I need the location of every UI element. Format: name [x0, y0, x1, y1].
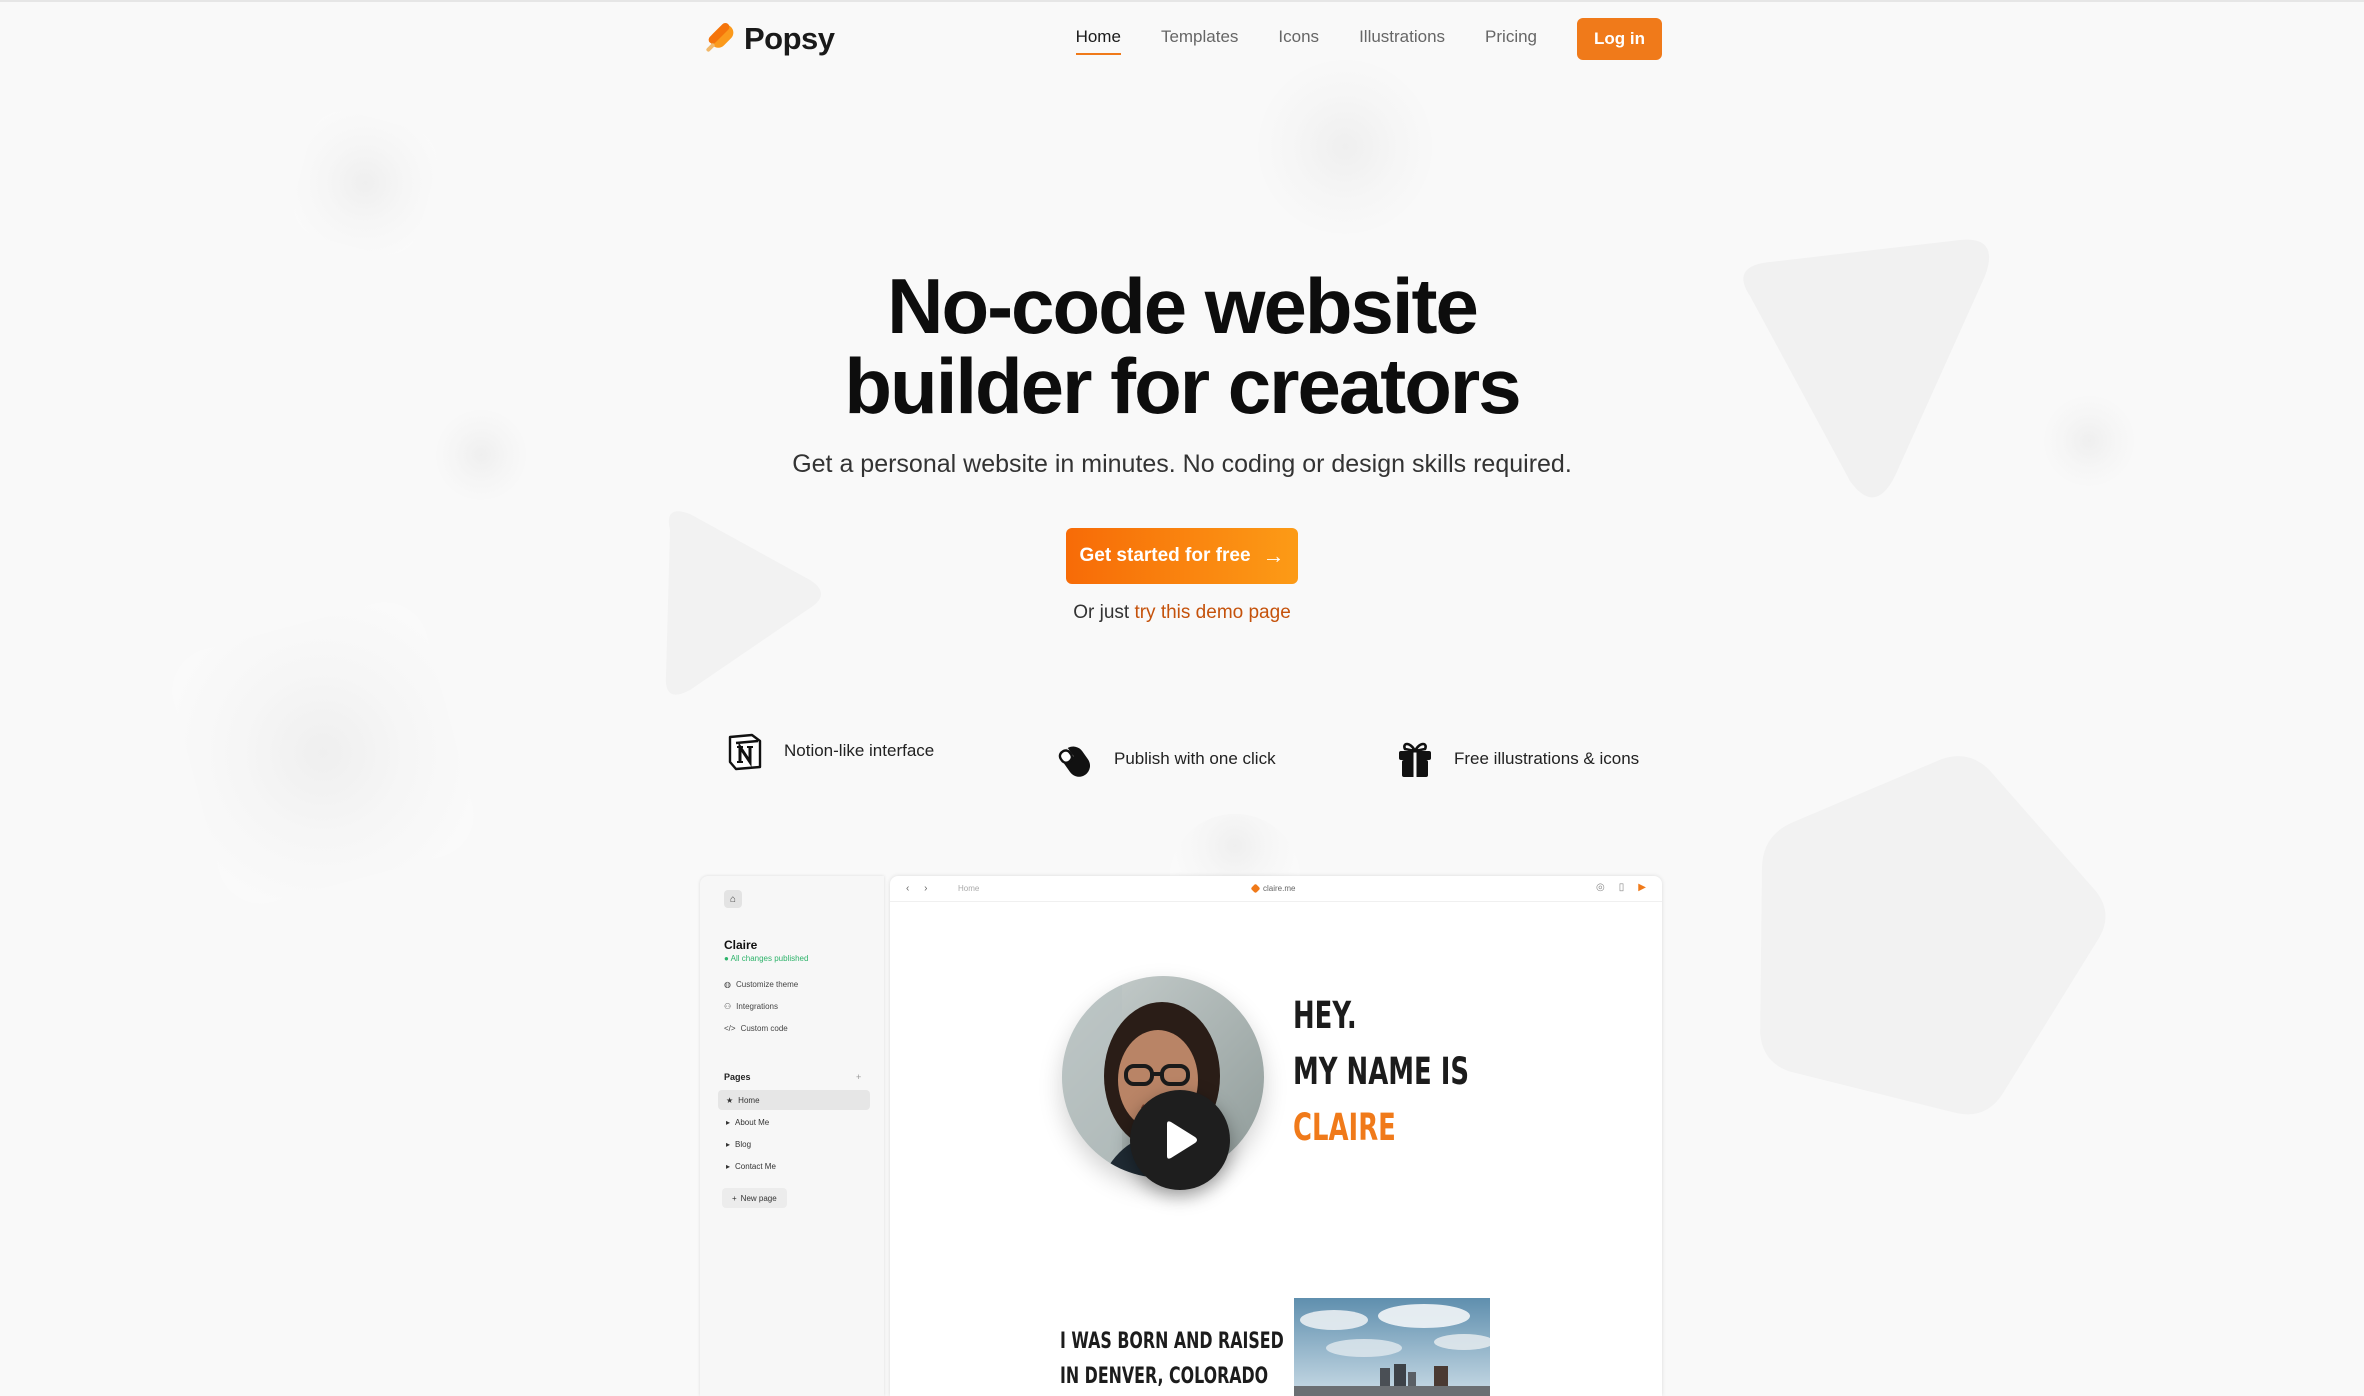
sidebar-page-blog[interactable]: ▸ Blog	[718, 1134, 870, 1154]
get-started-button[interactable]: Get started for free →	[1066, 528, 1298, 584]
feature-publish: Publish with one click	[1054, 738, 1276, 780]
gift-icon	[1394, 738, 1436, 780]
sidebar-page-label: About Me	[735, 1117, 770, 1127]
popsicle-logo-icon	[706, 22, 734, 52]
sidebar-item-custom-code[interactable]: </> Custom code	[724, 1024, 788, 1033]
back-forward-icons[interactable]: ‹ ›	[906, 883, 933, 894]
nav-home[interactable]: Home	[1075, 27, 1122, 55]
feature-notion: Notion-like interface	[724, 730, 934, 772]
caret-right-icon: ▸	[726, 1139, 731, 1149]
top-border	[0, 0, 2364, 2]
new-page-button[interactable]: + New page	[722, 1188, 787, 1208]
sidebar-page-label: Home	[738, 1095, 760, 1105]
plus-icon: +	[732, 1193, 737, 1203]
decor-square-top-left	[285, 103, 445, 263]
sidebar-item-integrations[interactable]: ⚇ Integrations	[724, 1002, 778, 1011]
caret-right-icon: ▸	[726, 1161, 731, 1171]
intro-hey: HEY.	[1293, 994, 1357, 1037]
feature-free-assets: Free illustrations & icons	[1394, 738, 1639, 780]
decor-circle-middle	[1170, 814, 1300, 878]
demo-line: Or just try this demo page	[0, 602, 2364, 624]
demo-prefix: Or just	[1073, 602, 1130, 623]
mouse-click-icon	[1054, 738, 1096, 780]
denver-skyline-image	[1294, 1298, 1490, 1396]
editor-sidebar-preview: ⌂ Claire ● All changes published ◍ Custom…	[700, 876, 884, 1396]
site-url-text: claire.me	[1263, 884, 1296, 893]
editor-canvas-preview: ‹ › Home claire.me ◎ ▯ ▶ HEY. MY NAME IS…	[890, 876, 1662, 1396]
demo-page-link[interactable]: try this demo page	[1134, 602, 1290, 623]
editor-breadcrumb: Home	[958, 884, 980, 893]
sidebar-page-home[interactable]: ★ Home	[718, 1090, 870, 1110]
brand-logo[interactable]: Popsy	[700, 20, 835, 58]
hero-title-line-2: builder for creators	[844, 342, 1521, 430]
sidebar-site-name: Claire	[724, 938, 758, 952]
bio-heading: I WAS BORN AND RAISED IN DENVER, COLORAD…	[1060, 1324, 1284, 1394]
arrow-right-icon: →	[1262, 543, 1285, 568]
get-started-label: Get started for free	[1079, 545, 1251, 566]
sidebar-item-label: Custom code	[740, 1024, 788, 1033]
bio-line-2: IN DENVER, COLORADO	[1060, 1364, 1269, 1389]
sidebar-item-label: Customize theme	[735, 980, 799, 989]
add-page-icon[interactable]: +	[856, 1072, 861, 1082]
hero-subtitle: Get a personal website in minutes. No co…	[792, 450, 1572, 478]
notion-icon	[724, 730, 766, 772]
code-icon: </>	[724, 1024, 736, 1033]
feature-free-assets-label: Free illustrations & icons	[1454, 749, 1640, 768]
brand-name: Popsy	[744, 21, 835, 56]
caret-right-icon: ▸	[726, 1117, 731, 1127]
sidebar-page-about[interactable]: ▸ About Me	[718, 1112, 870, 1132]
intro-heading: HEY. MY NAME IS CLAIRE	[1293, 988, 1469, 1156]
decor-circle-top	[1258, 60, 1432, 234]
sidebar-item-customize-theme[interactable]: ◍ Customize theme	[724, 980, 798, 989]
site-favicon-icon	[1250, 883, 1261, 894]
help-icon[interactable]: ◎	[1596, 882, 1605, 893]
intro-name-line: MY NAME IS	[1293, 1050, 1470, 1093]
decor-square-bottom-left	[162, 592, 484, 914]
play-icon	[1167, 1121, 1197, 1159]
feature-publish-label: Publish with one click	[1114, 749, 1276, 768]
palette-icon: ◍	[724, 980, 731, 989]
site-header: Popsy Home Templates Icons Illustrations…	[700, 18, 1662, 64]
nav-templates[interactable]: Templates	[1161, 27, 1238, 51]
preview-play-icon[interactable]: ▶	[1638, 882, 1646, 893]
new-page-label: New page	[740, 1193, 777, 1203]
sidebar-item-label: Integrations	[736, 1002, 778, 1011]
integrations-icon: ⚇	[724, 1002, 732, 1011]
sidebar-page-label: Contact Me	[735, 1161, 776, 1171]
nav-illustrations[interactable]: Illustrations	[1359, 27, 1445, 51]
hero-title-line-1: No-code website	[887, 262, 1479, 350]
login-button[interactable]: Log in	[1577, 18, 1662, 60]
site-url[interactable]: claire.me	[1250, 883, 1296, 894]
feature-notion-label: Notion-like interface	[784, 741, 935, 760]
editor-actions: ◎ ▯ ▶	[1596, 882, 1646, 893]
mobile-preview-icon[interactable]: ▯	[1619, 882, 1625, 893]
main-nav: Home Templates Icons Illustrations Prici…	[1075, 18, 1662, 60]
publish-status-text: All changes published	[730, 954, 809, 963]
home-icon[interactable]: ⌂	[724, 890, 742, 908]
nav-pricing[interactable]: Pricing	[1485, 27, 1537, 51]
sidebar-page-label: Blog	[735, 1139, 752, 1149]
home-page-icon: ★	[726, 1095, 734, 1105]
hero-title: No-code website builder for creators	[0, 266, 2364, 426]
editor-topbar: ‹ › Home claire.me ◎ ▯ ▶	[890, 876, 1662, 902]
sidebar-page-contact[interactable]: ▸ Contact Me	[718, 1156, 870, 1176]
nav-icons[interactable]: Icons	[1278, 27, 1319, 51]
intro-name: CLAIRE	[1293, 1106, 1396, 1149]
video-play-button[interactable]	[1130, 1090, 1230, 1190]
decor-pentagon-right	[1740, 740, 2110, 1120]
pages-heading: Pages	[724, 1072, 751, 1082]
decor-triangle-left	[650, 500, 830, 700]
bio-line-1: I WAS BORN AND RAISED	[1060, 1329, 1284, 1354]
publish-status: ● All changes published	[724, 954, 809, 963]
